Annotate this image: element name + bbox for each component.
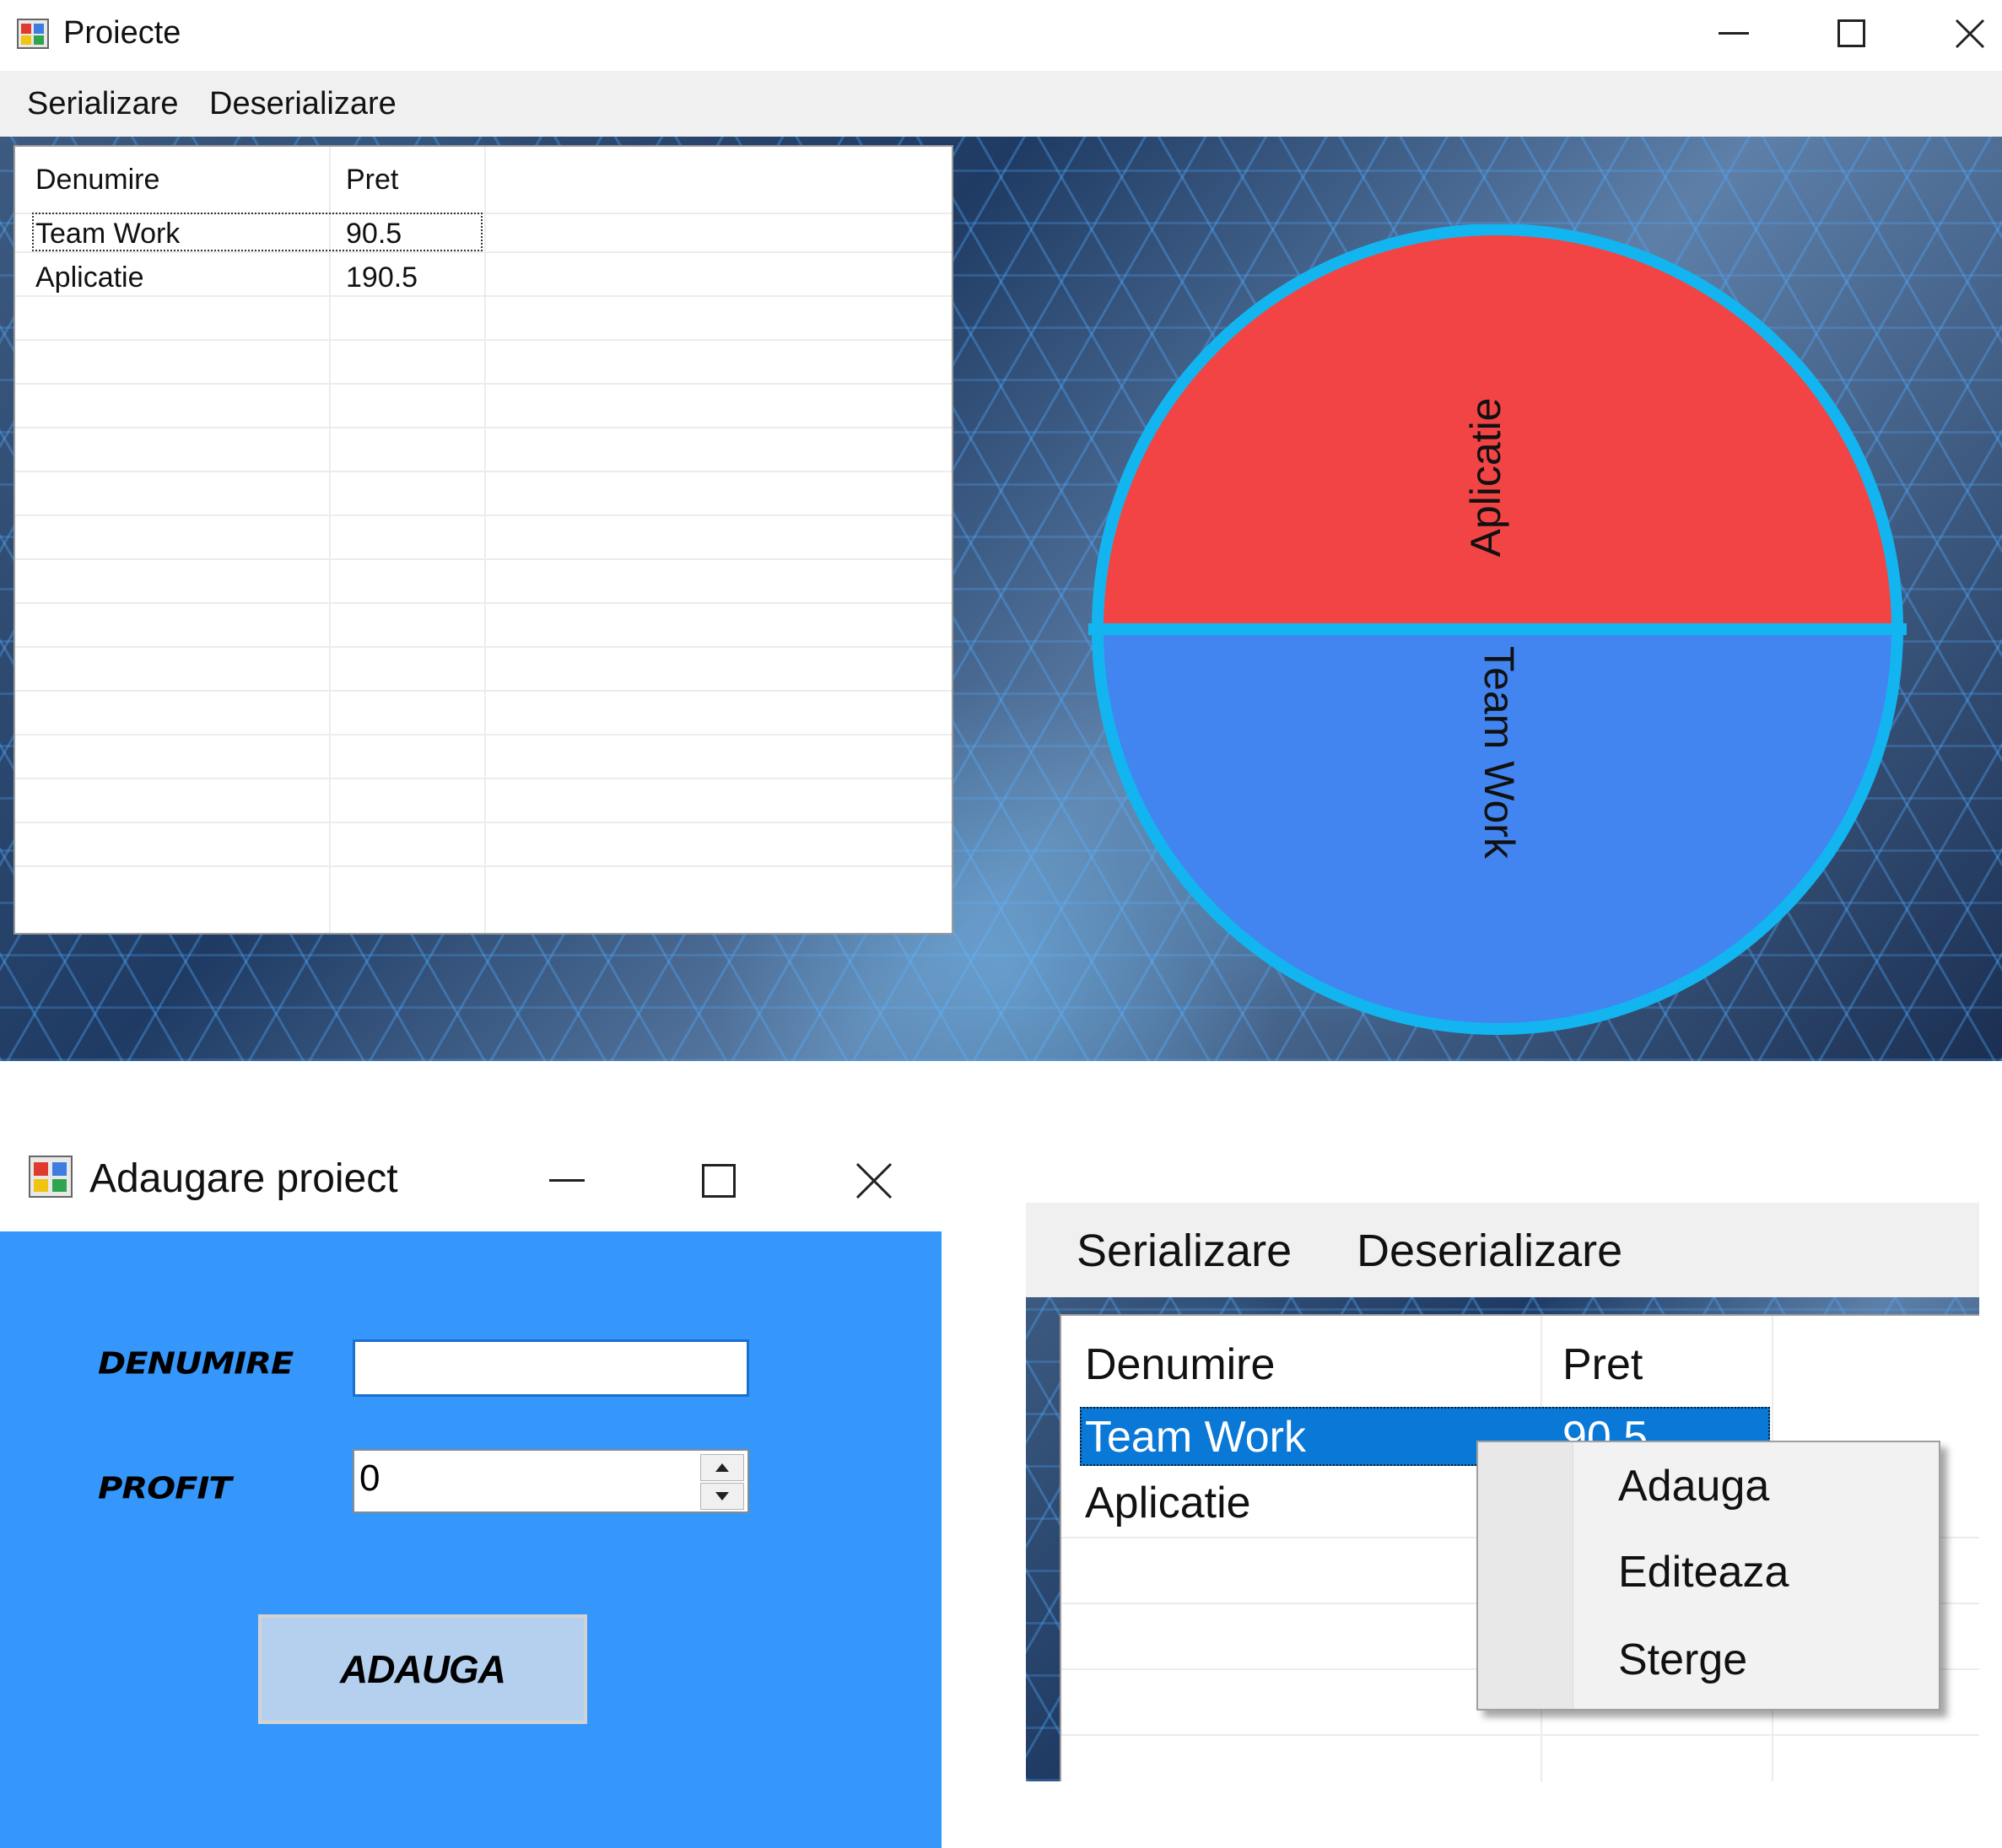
pie-label-team-work: Team Work	[1476, 646, 1523, 859]
table-cell-pret[interactable]: 190.5	[346, 261, 418, 294]
dialog-title: Adaugare proiect	[89, 1156, 398, 1201]
adauga-button-label: ADAUGA	[340, 1647, 506, 1691]
column-header-pret[interactable]: Pret	[346, 164, 398, 197]
main-window: Proiecte Serializare Deserializare Denum…	[0, 0, 2002, 1061]
context-menu-sterge[interactable]: Sterge	[1618, 1635, 1747, 1685]
context-menu-adauga[interactable]: Adauga	[1618, 1461, 1769, 1511]
pie-chart: Aplicatie Team Work	[1088, 224, 1907, 1035]
zoom-menu-bar: Serializare Deserializare	[1026, 1203, 1979, 1297]
table-cell-pret[interactable]: 90.5	[346, 218, 402, 251]
profit-label: PROFIT	[98, 1471, 232, 1506]
menu-deserializare[interactable]: Deserializare	[209, 86, 397, 122]
column-header-denumire[interactable]: Denumire	[35, 164, 159, 197]
maximize-button[interactable]	[685, 1147, 753, 1215]
denumire-label: DENUMIRE	[98, 1346, 294, 1382]
stepper-down-button[interactable]	[700, 1483, 744, 1510]
arrow-down-icon	[715, 1492, 729, 1500]
menu-serializare[interactable]: Serializare	[27, 86, 179, 122]
close-button[interactable]	[1940, 8, 1999, 59]
minimize-button[interactable]	[1704, 8, 1763, 59]
zoomed-grid-view: Serializare Deserializare Denumire Pret …	[1026, 1203, 1979, 1781]
add-project-dialog: Adaugare proiect DENUMIRE PROFIT 0 ADAUG…	[0, 1096, 945, 1848]
dialog-title-bar: Adaugare proiect	[0, 1096, 945, 1231]
table-cell-denumire[interactable]: Aplicatie	[35, 261, 144, 294]
arrow-up-icon	[715, 1463, 729, 1472]
table-cell-denumire[interactable]: Team Work	[1085, 1412, 1306, 1463]
pie-label-aplicatie: Aplicatie	[1462, 398, 1509, 558]
adauga-button[interactable]: ADAUGA	[258, 1614, 587, 1724]
maximize-button[interactable]	[1822, 8, 1881, 59]
stepper-up-button[interactable]	[700, 1454, 744, 1481]
menu-deserializare[interactable]: Deserializare	[1357, 1225, 1622, 1277]
column-header-denumire[interactable]: Denumire	[1085, 1339, 1275, 1390]
context-menu-icon-strip	[1478, 1442, 1573, 1709]
close-button[interactable]	[840, 1147, 908, 1215]
denumire-input[interactable]	[353, 1339, 749, 1397]
context-menu: Adauga Editeaza Sterge	[1476, 1441, 1940, 1711]
menu-serializare[interactable]: Serializare	[1077, 1225, 1292, 1277]
app-icon	[17, 19, 49, 49]
window-title: Proiecte	[63, 15, 181, 51]
projects-grid[interactable]: Denumire Pret Team Work 90.5 Aplicatie 1…	[13, 145, 953, 935]
profit-value: 0	[359, 1457, 380, 1499]
main-menu-bar: Serializare Deserializare	[0, 71, 2002, 137]
dialog-body: DENUMIRE PROFIT 0 ADAUGA	[0, 1231, 942, 1848]
profit-stepper[interactable]: 0	[353, 1449, 749, 1513]
table-cell-denumire[interactable]: Aplicatie	[1085, 1478, 1251, 1528]
context-menu-editeaza[interactable]: Editeaza	[1618, 1547, 1789, 1597]
main-title-bar: Proiecte	[0, 0, 2002, 71]
app-icon	[29, 1156, 73, 1198]
minimize-button[interactable]	[533, 1147, 601, 1215]
table-cell-denumire[interactable]: Team Work	[35, 218, 180, 251]
column-header-pret[interactable]: Pret	[1562, 1339, 1643, 1390]
